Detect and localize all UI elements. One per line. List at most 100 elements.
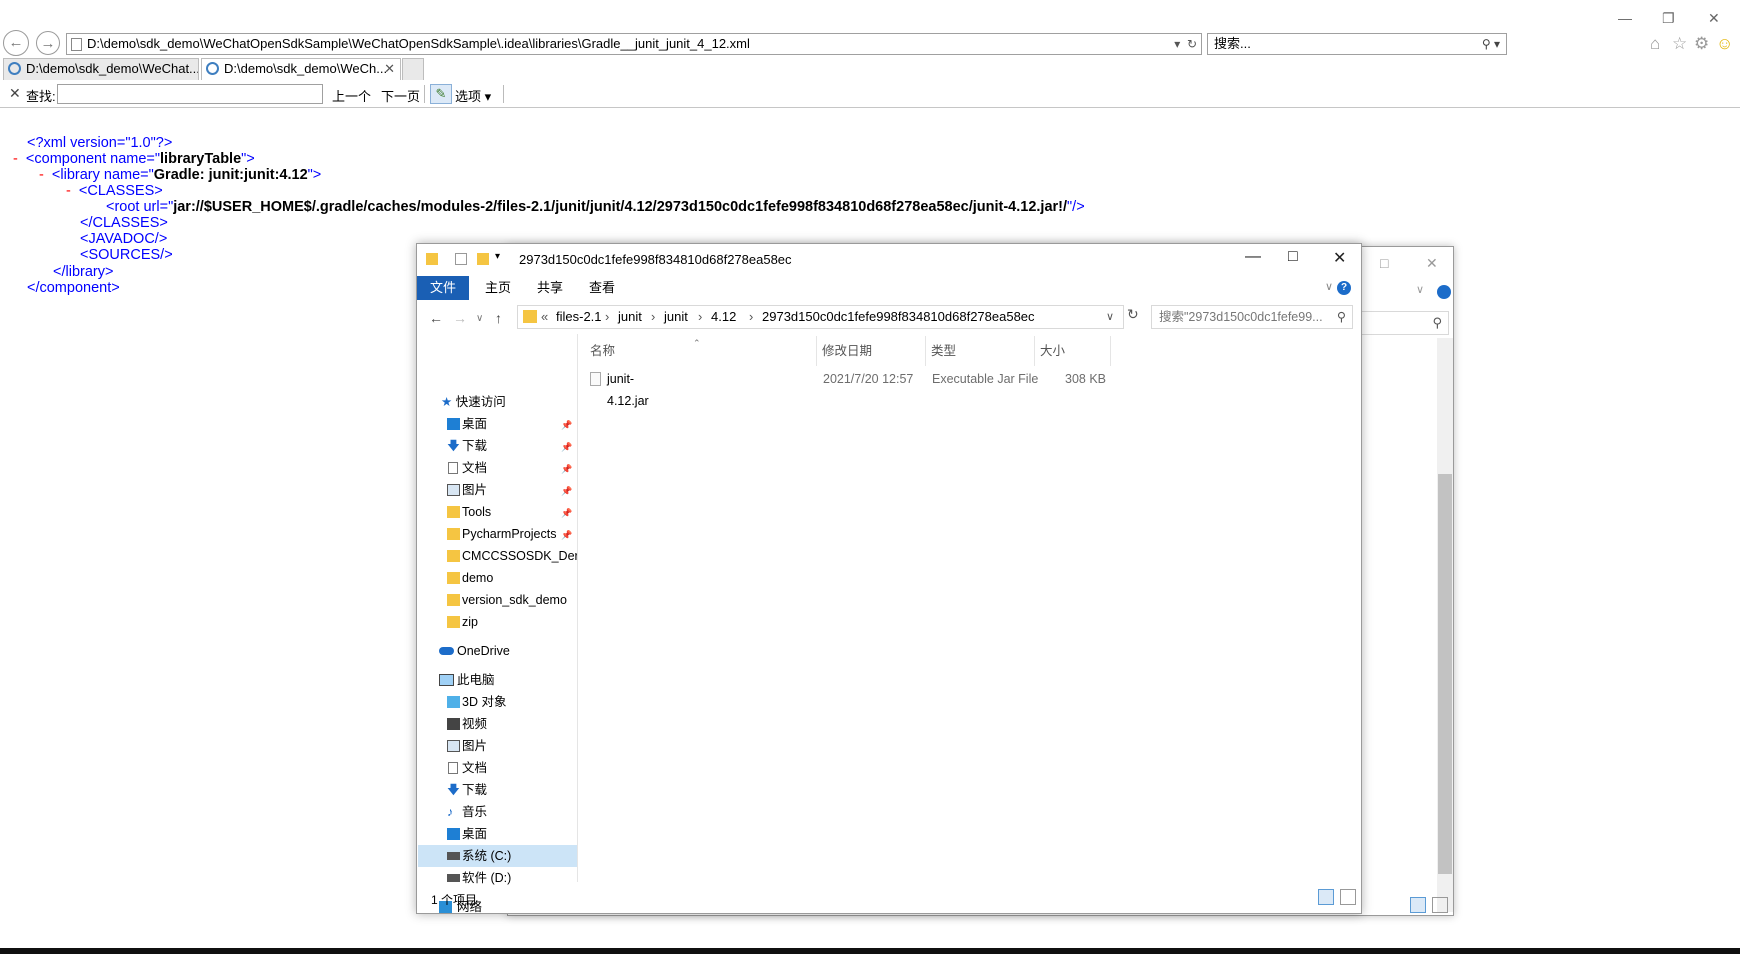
explorer-window[interactable]: ▾ 2973d150c0dc1fefe998f834810d68f278ea58… [416, 243, 1362, 914]
details-view-icon[interactable] [1410, 897, 1426, 913]
minimize-icon[interactable]: — [1245, 248, 1261, 266]
nav-label: 图片 [462, 739, 488, 753]
column-name[interactable]: 名称 ⌃ [585, 336, 817, 366]
nav-item-tools[interactable]: Tools [447, 501, 491, 523]
restore-icon[interactable]: ❐ [1662, 10, 1675, 27]
gear-icon[interactable]: ⚙ [1694, 34, 1709, 54]
collapse-toggle[interactable]: - [13, 151, 18, 167]
nav-item-downloads[interactable]: 🡇 下载 [447, 435, 487, 457]
properties-icon[interactable] [455, 253, 467, 265]
chevron-down-icon[interactable]: ∨ [1325, 280, 1333, 293]
smiley-icon[interactable]: ☺ [1716, 34, 1733, 54]
nav-item-cmccssosdk[interactable]: CMCCSSOSDK_Der [447, 545, 577, 567]
address-bar[interactable]: D:\demo\sdk_demo\WeChatOpenSdkSample\WeC… [66, 33, 1202, 55]
column-type[interactable]: 类型 [926, 336, 1035, 366]
help-icon[interactable]: ? [1337, 281, 1351, 295]
nav-item-pictures-pc[interactable]: 图片 [447, 735, 487, 757]
breadcrumb[interactable]: « files-2.1 › junit › junit › 4.12 › 297… [517, 305, 1124, 329]
folder-search-input[interactable]: 搜索"2973d150c0dc1fefe99... ⚲ [1151, 305, 1353, 329]
highlight-icon[interactable]: ✎ [430, 84, 452, 104]
chevron-down-icon[interactable]: ▾ [495, 251, 500, 262]
find-prev-button[interactable]: 上一个 [332, 86, 371, 105]
breadcrumb-item[interactable]: junit [618, 306, 642, 328]
nav-label: 视频 [462, 717, 488, 731]
tab-home[interactable]: 主页 [471, 276, 525, 300]
document-icon [448, 462, 458, 474]
back-button[interactable]: ← [3, 30, 29, 56]
nav-item-pictures[interactable]: 图片 [447, 479, 487, 501]
nav-item-videos[interactable]: 视频 [447, 713, 487, 735]
chevron-down-icon[interactable]: ∨ [1416, 283, 1424, 296]
scrollbar-thumb[interactable] [1438, 474, 1452, 874]
nav-item-version-sdk-demo[interactable]: version_sdk_demo [447, 589, 567, 611]
collapse-toggle[interactable]: - [39, 167, 44, 183]
close-icon[interactable]: ✕ [1426, 255, 1438, 272]
nav-this-pc[interactable]: 此电脑 [439, 669, 495, 691]
nav-item-3d-objects[interactable]: 3D 对象 [447, 691, 506, 713]
column-modified[interactable]: 修改日期 [817, 336, 926, 366]
refresh-icon[interactable]: ▾ ↻ [1174, 34, 1197, 54]
tab-file[interactable]: 文件 [417, 276, 469, 300]
favorites-icon[interactable]: ☆ [1672, 34, 1687, 54]
large-icons-view-icon[interactable] [1340, 889, 1356, 905]
taskbar [0, 948, 1740, 954]
breadcrumb-item[interactable]: 4.12 [711, 306, 736, 328]
help-icon[interactable] [1437, 285, 1451, 299]
nav-item-documents[interactable]: 文档 [447, 457, 487, 479]
close-find-icon[interactable]: ✕ [9, 85, 21, 102]
overflow-icon[interactable]: « [541, 306, 548, 328]
nav-label: 下载 [462, 439, 488, 453]
search-input[interactable]: ⚲ [1354, 311, 1449, 335]
maximize-icon[interactable]: □ [1380, 255, 1388, 271]
nav-item-downloads-pc[interactable]: 🡇 下载 [447, 779, 487, 801]
tab-share[interactable]: 共享 [523, 276, 577, 300]
options-button[interactable]: 选项 ▾ [455, 86, 491, 105]
nav-quick-access[interactable]: ★ 快速访问 [441, 391, 506, 413]
nav-item-desktop[interactable]: 桌面 [447, 413, 559, 435]
forward-button[interactable]: → [36, 31, 60, 55]
breadcrumb-item[interactable]: files-2.1 [556, 306, 602, 328]
minimize-icon[interactable]: — [1618, 10, 1632, 26]
breadcrumb-item[interactable]: junit [664, 306, 688, 328]
nav-item-pycharmprojects[interactable]: PycharmProjects [447, 523, 556, 545]
browser-search-input[interactable]: 搜索... ⚲ ▾ [1207, 33, 1507, 55]
status-bar-text: 1 个项目 [431, 893, 478, 907]
tab-2[interactable]: D:\demo\sdk_demo\WeCh... ✕ [201, 58, 401, 80]
nav-item-demo[interactable]: demo [447, 567, 493, 589]
up-arrow-icon[interactable]: ↑ [495, 310, 502, 326]
close-icon[interactable]: ✕ [1708, 10, 1720, 27]
forward-arrow-icon[interactable]: → [453, 310, 467, 326]
tab-1[interactable]: D:\demo\sdk_demo\WeChat... [3, 58, 199, 80]
home-icon[interactable]: ⌂ [1650, 34, 1660, 54]
nav-item-documents-pc[interactable]: 文档 [447, 757, 487, 779]
large-icons-view-icon[interactable] [1432, 897, 1448, 913]
vertical-scrollbar[interactable] [1437, 338, 1453, 912]
nav-item-drive-c[interactable]: 系统 (C:) [418, 845, 577, 867]
search-icon[interactable]: ⚲ ▾ [1482, 34, 1500, 54]
new-folder-icon[interactable] [477, 253, 489, 265]
breadcrumb-item[interactable]: 2973d150c0dc1fefe998f834810d68f278ea58ec [762, 306, 1035, 328]
tab-close-icon[interactable]: ✕ [384, 59, 395, 79]
pane-divider[interactable] [577, 334, 578, 882]
column-size[interactable]: 大小 [1035, 336, 1111, 366]
nav-label: 此电脑 [457, 673, 495, 687]
find-next-button[interactable]: 下一页 [381, 86, 420, 105]
nav-onedrive[interactable]: OneDrive [439, 640, 510, 662]
nav-item-music[interactable]: ♪ 音乐 [447, 801, 487, 823]
find-input[interactable] [57, 84, 323, 104]
dropdown-chevron-icon[interactable]: ∨ [1106, 306, 1114, 328]
back-arrow-icon[interactable]: ← [429, 310, 443, 326]
nav-label: 桌面 [462, 417, 488, 431]
nav-label: PycharmProjects [462, 527, 557, 541]
tab-view[interactable]: 查看 [575, 276, 629, 300]
close-icon[interactable]: ✕ [1333, 248, 1346, 268]
nav-item-zip[interactable]: zip [447, 611, 478, 633]
new-tab-button[interactable] [402, 58, 424, 80]
nav-item-drive-d[interactable]: 软件 (D:) [447, 867, 511, 889]
details-view-icon[interactable] [1318, 889, 1334, 905]
maximize-icon[interactable]: □ [1288, 248, 1298, 266]
recent-chevron-icon[interactable]: ∨ [476, 313, 483, 324]
refresh-icon[interactable]: ↻ [1127, 306, 1139, 323]
nav-item-desktop-pc[interactable]: 桌面 [447, 823, 487, 845]
collapse-toggle[interactable]: - [66, 183, 71, 199]
